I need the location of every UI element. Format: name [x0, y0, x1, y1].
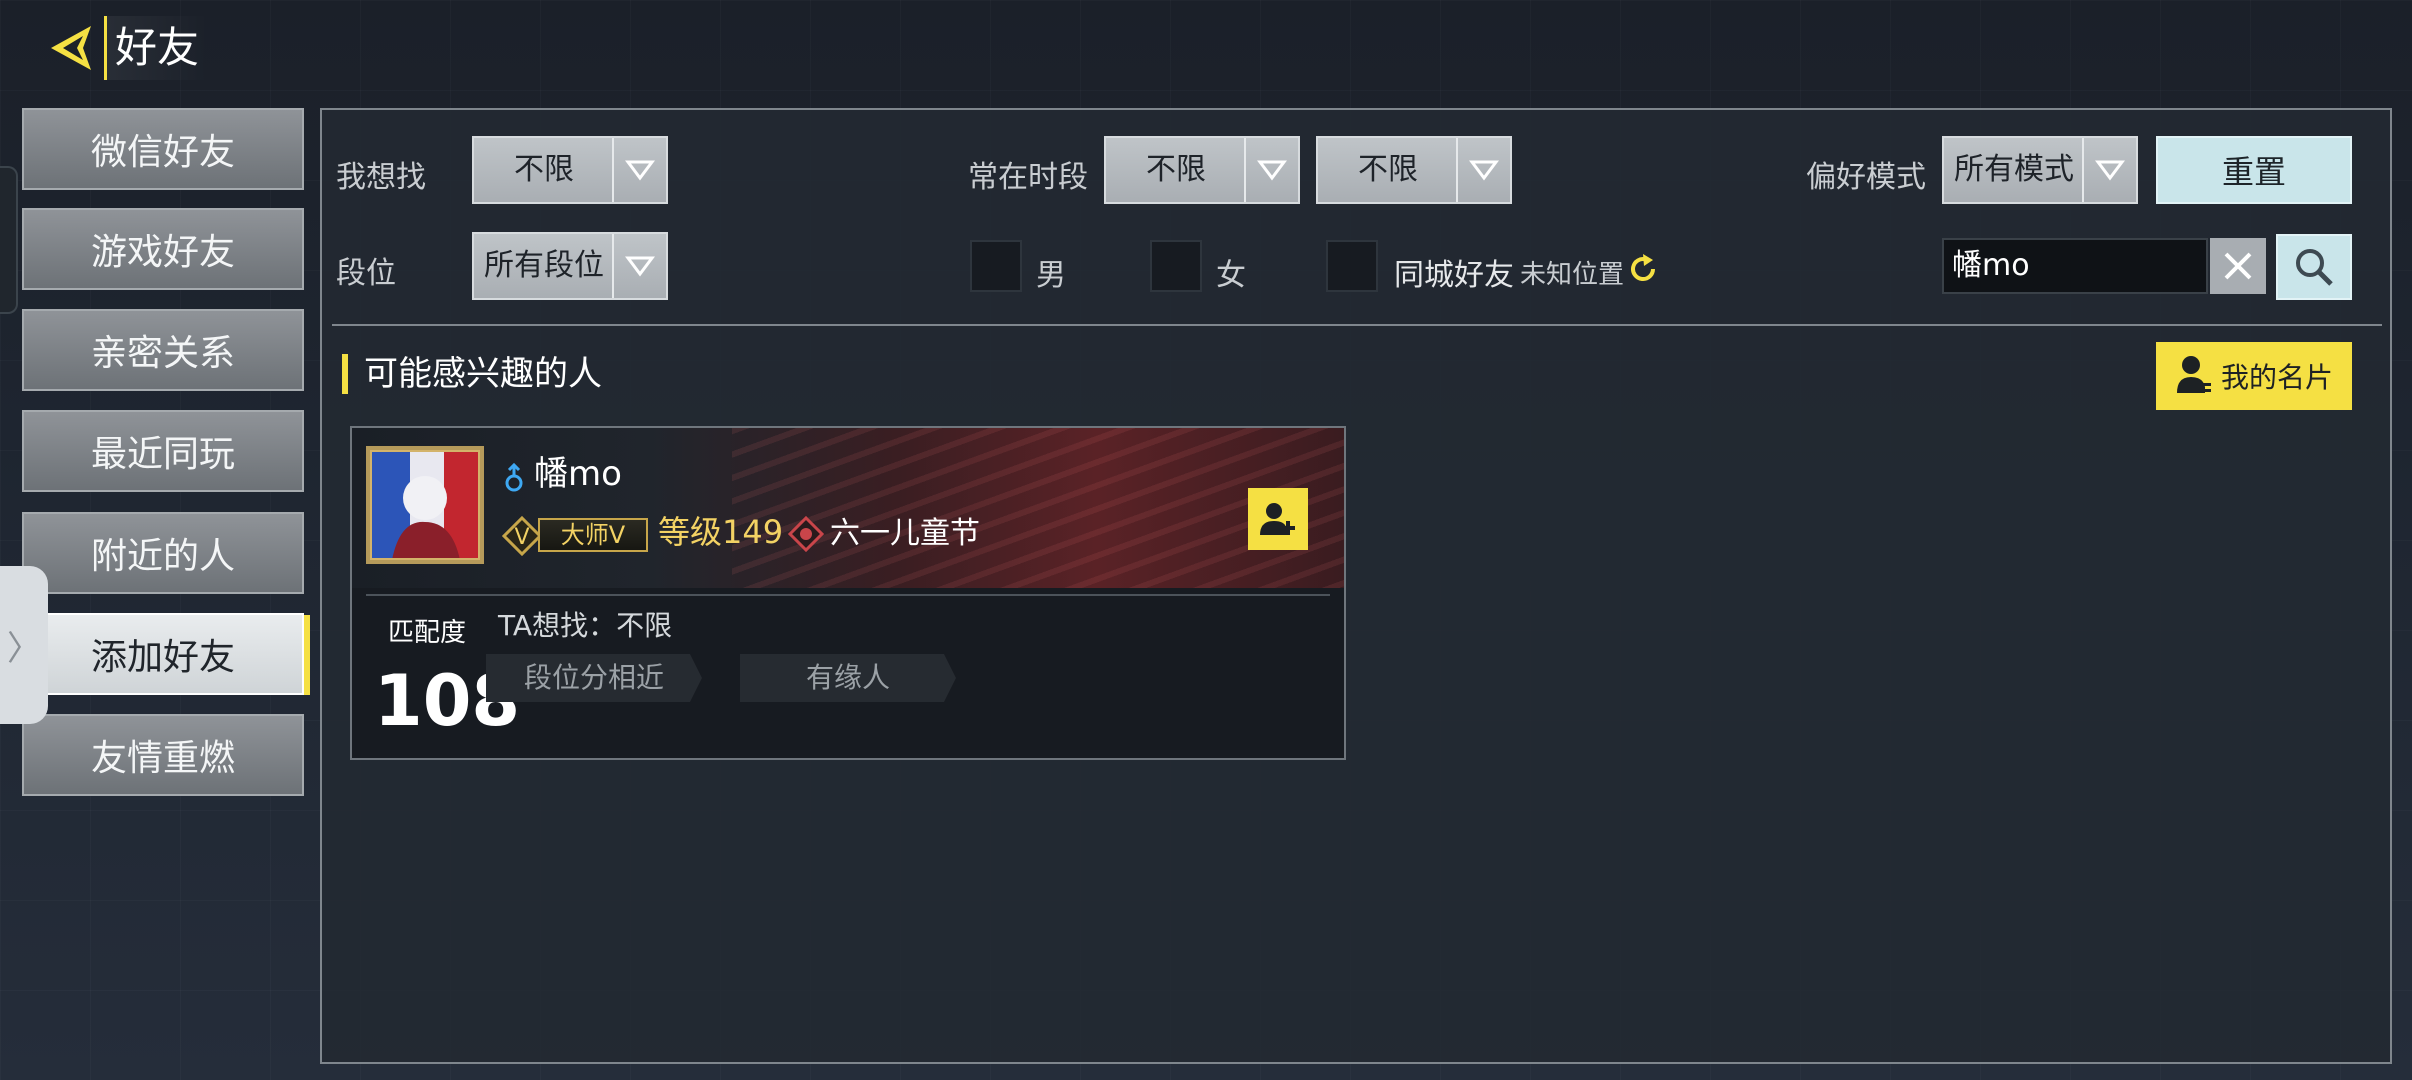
back-button[interactable] — [40, 16, 102, 80]
add-user-icon — [1260, 503, 1295, 535]
dropdown-value: 不限 — [1146, 152, 1206, 187]
sidebar-item-label: 最近同玩 — [90, 434, 235, 475]
preferred-mode-label: 偏好模式 — [1806, 160, 1926, 195]
card-divider — [366, 594, 1330, 596]
female-label: 女 — [1216, 258, 1246, 293]
sidebar-item-nearby-people[interactable]: 附近的人 — [22, 512, 304, 594]
player-card[interactable]: 幡mo Ⅴ 大师Ⅴ 等级149 六一儿童节 匹配度 108 TA想找：不限 段位… — [350, 426, 1346, 760]
female-checkbox[interactable] — [1150, 240, 1202, 292]
sidebar-item-label: 友情重燃 — [90, 738, 235, 779]
dropdown-arrow — [2082, 138, 2136, 202]
chevron-right-icon: 〉 — [7, 628, 41, 669]
dropdown-arrow — [612, 234, 666, 298]
search-button[interactable] — [2276, 234, 2352, 300]
location-status: 未知位置 — [1520, 260, 1625, 290]
avatar-image — [368, 448, 482, 562]
section-title: 可能感兴趣的人 — [342, 354, 602, 394]
reset-button[interactable]: 重置 — [2156, 136, 2352, 204]
dropdown-arrow — [612, 138, 666, 202]
close-icon — [2224, 252, 2252, 280]
back-arrow-icon — [51, 26, 91, 70]
male-label: 男 — [1036, 258, 1066, 293]
clear-search-button[interactable] — [2210, 238, 2266, 294]
rank-label: 段位 — [336, 256, 396, 291]
main-panel: 我想找 不限 常在时段 不限 不限 偏好模式 所有模式 重置 段位 所有段位 男 — [320, 108, 2392, 1064]
sidebar-item-recent-players[interactable]: 最近同玩 — [22, 410, 304, 492]
sidebar-item-intimate-relations[interactable]: 亲密关系 — [22, 309, 304, 391]
avatar[interactable] — [366, 446, 484, 564]
sidebar-item-label: 添加好友 — [90, 637, 235, 678]
search-input[interactable]: 幡mo — [1942, 238, 2208, 294]
same-city-label: 同城好友 — [1394, 258, 1514, 293]
wants-label: TA想找：不限 — [498, 609, 673, 642]
rank-badge: 大师Ⅴ — [538, 518, 648, 552]
chevron-down-icon — [625, 160, 655, 181]
tag-destined-person: 有缘人 — [740, 654, 956, 702]
active-time-to-dropdown[interactable]: 不限 — [1316, 136, 1512, 204]
expand-handle[interactable]: 〉 — [0, 566, 48, 724]
rank-emblem-icon: Ⅴ — [502, 516, 542, 556]
dropdown-arrow — [1456, 138, 1510, 202]
sidebar-item-label: 微信好友 — [90, 132, 235, 173]
user-card-icon — [2176, 356, 2211, 393]
looking-for-dropdown[interactable]: 不限 — [472, 136, 668, 204]
male-gender-icon — [505, 462, 523, 492]
chevron-down-icon — [2095, 160, 2125, 181]
sidebar-item-label: 附近的人 — [90, 536, 235, 577]
dropdown-value: 所有段位 — [484, 248, 604, 283]
sidebar-item-label: 亲密关系 — [90, 333, 235, 374]
dropdown-value: 所有模式 — [1954, 152, 2074, 187]
dropdown-value: 不限 — [1358, 152, 1418, 187]
dropdown-value: 不限 — [514, 152, 574, 187]
side-drawer-tab[interactable] — [0, 166, 18, 314]
event-badge-icon — [788, 516, 824, 552]
male-checkbox[interactable] — [970, 240, 1022, 292]
player-card-banner — [352, 428, 1344, 588]
sidebar-item-label: 游戏好友 — [90, 232, 235, 273]
same-city-checkbox[interactable] — [1326, 240, 1378, 292]
active-time-from-dropdown[interactable]: 不限 — [1104, 136, 1300, 204]
sidebar-item-add-friend[interactable]: 添加好友 — [22, 613, 310, 695]
rank-dropdown[interactable]: 所有段位 — [472, 232, 668, 300]
preferred-mode-dropdown[interactable]: 所有模式 — [1942, 136, 2138, 204]
match-label: 匹配度 — [388, 618, 467, 648]
page-title: 好友 — [104, 16, 208, 80]
sidebar-item-rekindle-friendship[interactable]: 友情重燃 — [22, 714, 304, 796]
chevron-down-icon — [625, 256, 655, 277]
player-name: 幡mo — [534, 454, 622, 494]
looking-for-label: 我想找 — [336, 160, 426, 195]
filter-divider — [332, 324, 2382, 326]
my-card-label: 我的名片 — [2220, 361, 2333, 394]
active-time-label: 常在时段 — [968, 160, 1088, 195]
my-card-button[interactable]: 我的名片 — [2156, 342, 2352, 410]
player-level: 等级149 — [658, 513, 784, 551]
event-label: 六一儿童节 — [830, 516, 980, 551]
refresh-location-icon[interactable] — [1626, 252, 1660, 286]
search-icon — [2296, 249, 2333, 286]
svg-text:Ⅴ: Ⅴ — [514, 525, 529, 550]
sidebar-item-wechat-friends[interactable]: 微信好友 — [22, 108, 304, 190]
tag-rank-similar: 段位分相近 — [486, 654, 702, 702]
sidebar-item-game-friends[interactable]: 游戏好友 — [22, 208, 304, 290]
add-friend-button[interactable] — [1248, 488, 1308, 550]
chevron-down-icon — [1469, 160, 1499, 181]
dropdown-arrow — [1244, 138, 1298, 202]
chevron-down-icon — [1257, 160, 1287, 181]
